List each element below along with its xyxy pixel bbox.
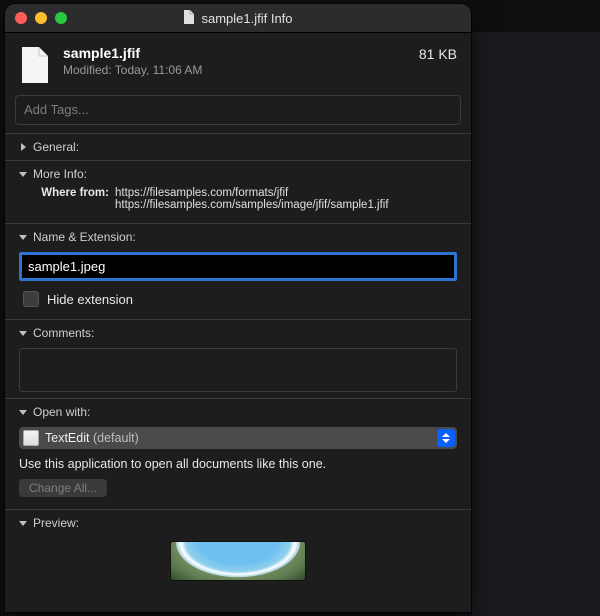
- change-all-button[interactable]: Change All...: [19, 479, 107, 497]
- where-from-value: https://filesamples.com/formats/jfif: [115, 187, 457, 199]
- section-general-header[interactable]: General:: [19, 140, 457, 154]
- window-title: sample1.jfif Info: [201, 11, 292, 26]
- chevron-down-icon: [19, 233, 27, 241]
- section-preview-header[interactable]: Preview:: [19, 516, 457, 530]
- file-header: sample1.jfif Modified: Today, 11:06 AM 8…: [5, 33, 471, 95]
- chevron-down-icon: [19, 329, 27, 337]
- section-name-extension-header[interactable]: Name & Extension:: [19, 230, 457, 244]
- title-bar: sample1.jfif Info: [5, 4, 471, 33]
- chevron-down-icon: [19, 170, 27, 178]
- hide-extension-label: Hide extension: [47, 292, 133, 307]
- chevron-down-icon: [19, 408, 27, 416]
- open-with-description: Use this application to open all documen…: [19, 457, 457, 471]
- section-comments: Comments:: [5, 319, 471, 398]
- info-window: sample1.jfif Info sample1.jfif Modified:…: [5, 4, 471, 612]
- close-window-button[interactable]: [15, 12, 27, 24]
- hide-extension-checkbox[interactable]: [23, 291, 39, 307]
- section-comments-label: Comments:: [33, 326, 94, 340]
- section-preview: Preview:: [5, 509, 471, 612]
- file-modified: Modified: Today, 11:06 AM: [63, 63, 407, 77]
- zoom-window-button[interactable]: [55, 12, 67, 24]
- section-more-info: More Info: Where from: https://filesampl…: [5, 160, 471, 223]
- section-open-with-label: Open with:: [33, 405, 90, 419]
- comments-field[interactable]: [19, 348, 457, 392]
- open-with-app-select[interactable]: TextEdit (default): [19, 427, 457, 449]
- where-from-value: https://filesamples.com/samples/image/jf…: [115, 199, 457, 211]
- filename-input[interactable]: [19, 252, 457, 281]
- chevron-right-icon: [19, 143, 27, 151]
- section-open-with-header[interactable]: Open with:: [19, 405, 457, 419]
- section-name-extension: Name & Extension: Hide extension: [5, 223, 471, 319]
- tags-placeholder: Add Tags...: [24, 102, 89, 117]
- section-comments-header[interactable]: Comments:: [19, 326, 457, 340]
- section-name-extension-label: Name & Extension:: [33, 230, 136, 244]
- section-more-info-label: More Info:: [33, 167, 87, 181]
- traffic-lights: [15, 12, 67, 24]
- section-preview-label: Preview:: [33, 516, 79, 530]
- section-general: General:: [5, 133, 471, 160]
- section-general-label: General:: [33, 140, 79, 154]
- preview-thumbnail[interactable]: [171, 542, 305, 580]
- file-size: 81 KB: [419, 45, 457, 62]
- section-open-with: Open with: TextEdit (default) Use this a…: [5, 398, 471, 509]
- file-icon: [19, 45, 51, 85]
- textedit-app-icon: [23, 430, 39, 446]
- section-more-info-header[interactable]: More Info:: [19, 167, 457, 181]
- where-from-label: Where from:: [19, 187, 115, 199]
- tags-field[interactable]: Add Tags...: [15, 95, 461, 125]
- document-icon: [183, 10, 195, 27]
- chevron-down-icon: [19, 519, 27, 527]
- dropdown-stepper-icon: [437, 429, 455, 447]
- desktop-background-region: [472, 32, 600, 616]
- file-name: sample1.jfif: [63, 45, 407, 61]
- open-with-app-label: TextEdit (default): [45, 431, 431, 445]
- minimize-window-button[interactable]: [35, 12, 47, 24]
